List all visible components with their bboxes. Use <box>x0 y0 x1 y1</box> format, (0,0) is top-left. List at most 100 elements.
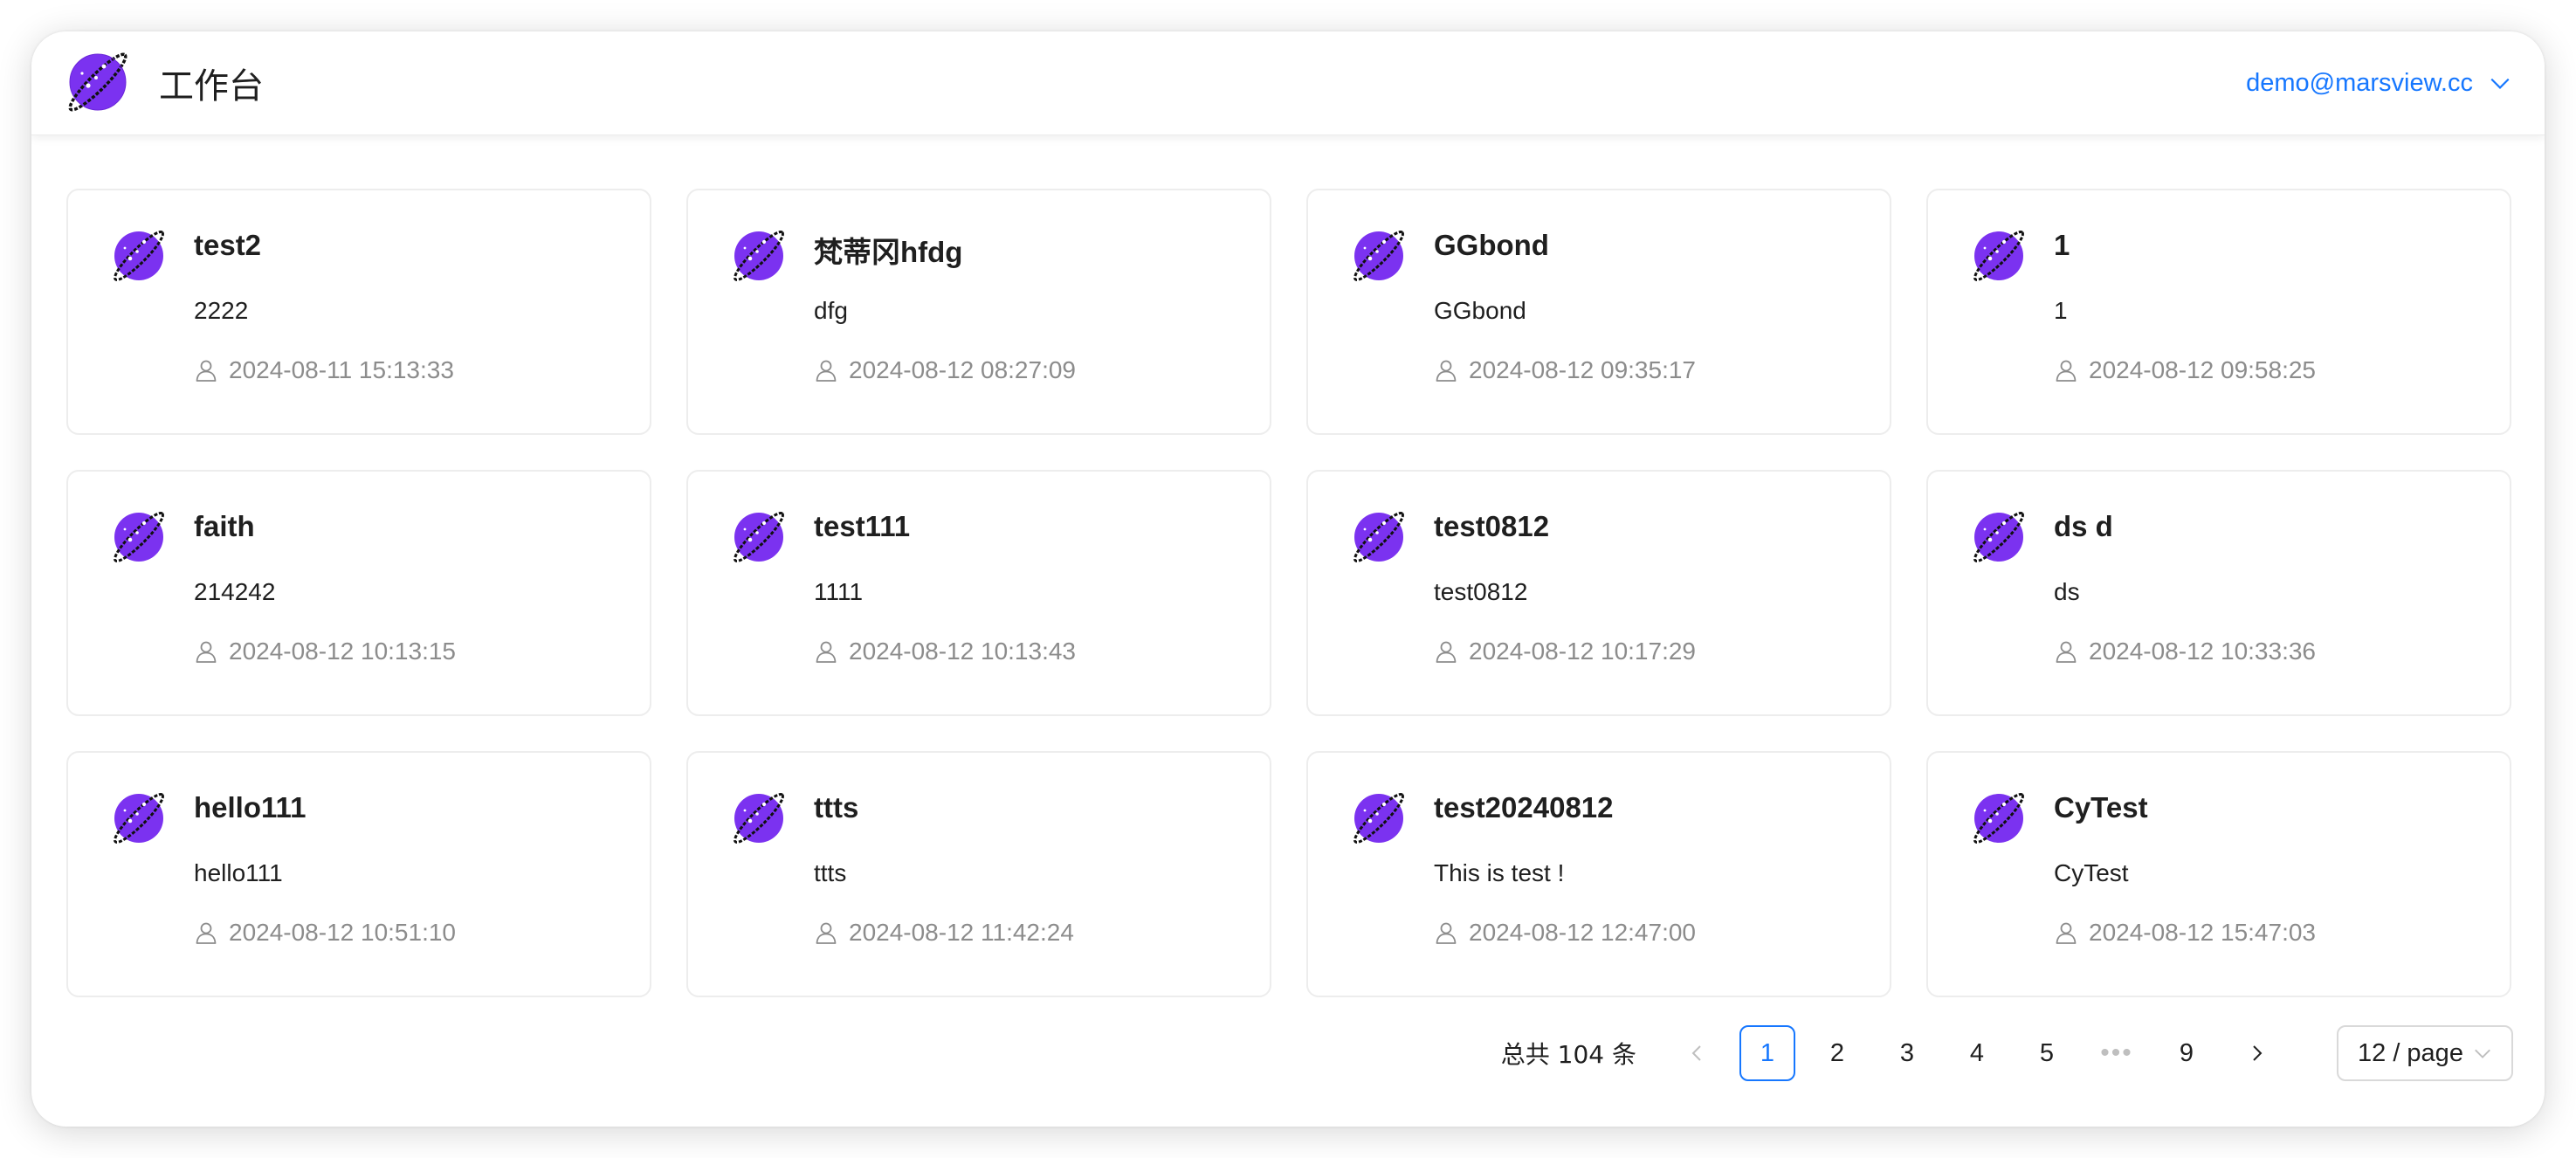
project-meta: 2024-08-12 10:33:36 <box>2054 638 2316 665</box>
project-card[interactable]: test111 1111 2024-08-12 10:13:43 <box>686 470 1271 716</box>
project-meta: 2024-08-12 15:47:03 <box>2054 919 2316 947</box>
project-description: ds <box>2054 578 2080 605</box>
total-count: 总共 104 条 <box>1500 1040 1636 1069</box>
user-icon <box>1436 641 1457 663</box>
jump-next-ellipsis[interactable]: ••• <box>2089 1025 2145 1081</box>
project-created-at: 2024-08-12 10:13:15 <box>229 638 456 665</box>
project-description: dfg <box>814 297 848 324</box>
project-description: 2222 <box>194 297 249 324</box>
app-header: 工作台 demo@marsview.cc <box>31 31 2545 135</box>
chevron-down-icon[interactable] <box>2489 72 2511 94</box>
page-4-button[interactable]: 4 <box>1949 1025 2005 1081</box>
user-icon <box>2056 641 2077 663</box>
project-name: faith <box>194 510 255 542</box>
project-meta: 2024-08-12 08:27:09 <box>814 356 1076 384</box>
project-grid: test2 2222 2024-08-11 15:13:33 梵蒂冈hfdg d… <box>66 189 2511 997</box>
next-page-button[interactable] <box>2228 1025 2284 1081</box>
project-created-at: 2024-08-11 15:13:33 <box>229 356 454 383</box>
planet-avatar-icon <box>734 793 784 844</box>
project-description: CyTest <box>2054 859 2129 886</box>
project-created-at: 2024-08-12 08:27:09 <box>849 356 1076 383</box>
page-size-value: 12 / page <box>2358 1038 2463 1067</box>
planet-logo-icon[interactable] <box>63 47 133 117</box>
project-description: hello111 <box>194 859 283 886</box>
project-name: test111 <box>814 510 911 542</box>
project-card[interactable]: test2 2222 2024-08-11 15:13:33 <box>66 189 651 435</box>
chevron-down-icon <box>2475 1049 2490 1058</box>
project-created-at: 2024-08-12 10:33:36 <box>2089 638 2316 665</box>
project-card[interactable]: 梵蒂冈hfdg dfg 2024-08-12 08:27:09 <box>686 189 1271 435</box>
user-icon <box>1436 922 1457 944</box>
project-meta: 2024-08-12 10:51:10 <box>194 919 456 947</box>
prev-page-button[interactable] <box>1670 1025 1725 1081</box>
page-3-button[interactable]: 3 <box>1879 1025 1935 1081</box>
project-created-at: 2024-08-12 15:47:03 <box>2089 919 2316 946</box>
project-card[interactable]: hello111 hello111 2024-08-12 10:51:10 <box>66 751 651 997</box>
planet-avatar-icon <box>1353 793 1404 844</box>
planet-avatar-icon <box>1353 231 1404 281</box>
chevron-right-icon <box>2253 1045 2263 1061</box>
project-created-at: 2024-08-12 10:51:10 <box>229 919 456 946</box>
page-2-button[interactable]: 2 <box>1809 1025 1865 1081</box>
pagination: 总共 104 条 1 2 3 4 5 ••• 9 12 / page <box>1501 1025 2513 1081</box>
project-name: test20240812 <box>1434 791 1614 824</box>
planet-avatar-icon <box>114 793 164 844</box>
page-title: 工作台 <box>159 66 264 107</box>
page-1-button[interactable]: 1 <box>1739 1025 1795 1081</box>
project-description: 1 <box>2054 297 2068 324</box>
project-created-at: 2024-08-12 12:47:00 <box>1469 919 1696 946</box>
page-5-button[interactable]: 5 <box>2019 1025 2075 1081</box>
project-card[interactable]: test20240812 This is test ! 2024-08-12 1… <box>1306 751 1891 997</box>
project-name: 梵蒂冈hfdg <box>814 236 963 268</box>
page-9-button[interactable]: 9 <box>2159 1025 2214 1081</box>
user-icon <box>196 641 217 663</box>
user-icon <box>196 360 217 382</box>
project-card[interactable]: ds d ds 2024-08-12 10:33:36 <box>1926 470 2511 716</box>
project-meta: 2024-08-12 09:35:17 <box>1434 356 1696 384</box>
user-icon <box>1436 360 1457 382</box>
app-window: 工作台 demo@marsview.cc test2 2222 2024-08-… <box>31 31 2545 1127</box>
project-meta: 2024-08-12 10:17:29 <box>1434 638 1696 665</box>
planet-avatar-icon <box>1973 512 2024 562</box>
project-name: hello111 <box>194 791 307 824</box>
project-card[interactable]: test0812 test0812 2024-08-12 10:17:29 <box>1306 470 1891 716</box>
project-created-at: 2024-08-12 11:42:24 <box>849 919 1074 946</box>
project-description: ttts <box>814 859 847 886</box>
user-dropdown[interactable]: demo@marsview.cc <box>2246 31 2511 134</box>
page-size-select[interactable]: 12 / page <box>2337 1025 2513 1081</box>
planet-avatar-icon <box>1973 793 2024 844</box>
planet-avatar-icon <box>114 231 164 281</box>
project-name: CyTest <box>2054 791 2148 824</box>
user-icon <box>816 641 837 663</box>
project-name: ttts <box>814 791 859 824</box>
project-name: test0812 <box>1434 510 1550 542</box>
project-card[interactable]: ttts ttts 2024-08-12 11:42:24 <box>686 751 1271 997</box>
project-description: test0812 <box>1434 578 1528 605</box>
project-name: test2 <box>194 229 262 261</box>
user-icon <box>816 360 837 382</box>
project-meta: 2024-08-12 12:47:00 <box>1434 919 1696 947</box>
project-meta: 2024-08-12 11:42:24 <box>814 919 1074 947</box>
project-name: 1 <box>2054 229 2070 261</box>
project-created-at: 2024-08-12 10:13:43 <box>849 638 1076 665</box>
project-created-at: 2024-08-12 09:35:17 <box>1469 356 1696 383</box>
project-description: This is test ! <box>1434 859 1565 886</box>
planet-avatar-icon <box>1353 512 1404 562</box>
project-meta: 2024-08-12 10:13:15 <box>194 638 456 665</box>
project-description: 1111 <box>814 578 864 605</box>
user-icon <box>2056 922 2077 944</box>
project-card[interactable]: GGbond GGbond 2024-08-12 09:35:17 <box>1306 189 1891 435</box>
project-description: GGbond <box>1434 297 1526 324</box>
project-meta: 2024-08-12 09:58:25 <box>2054 356 2316 384</box>
project-card[interactable]: CyTest CyTest 2024-08-12 15:47:03 <box>1926 751 2511 997</box>
planet-avatar-icon <box>734 512 784 562</box>
project-card[interactable]: faith 214242 2024-08-12 10:13:15 <box>66 470 651 716</box>
user-email[interactable]: demo@marsview.cc <box>2246 69 2473 98</box>
project-card[interactable]: 1 1 2024-08-12 09:58:25 <box>1926 189 2511 435</box>
user-icon <box>816 922 837 944</box>
user-icon <box>196 922 217 944</box>
project-meta: 2024-08-12 10:13:43 <box>814 638 1076 665</box>
project-name: ds d <box>2054 510 2113 542</box>
planet-avatar-icon <box>734 231 784 281</box>
project-name: GGbond <box>1434 229 1549 261</box>
